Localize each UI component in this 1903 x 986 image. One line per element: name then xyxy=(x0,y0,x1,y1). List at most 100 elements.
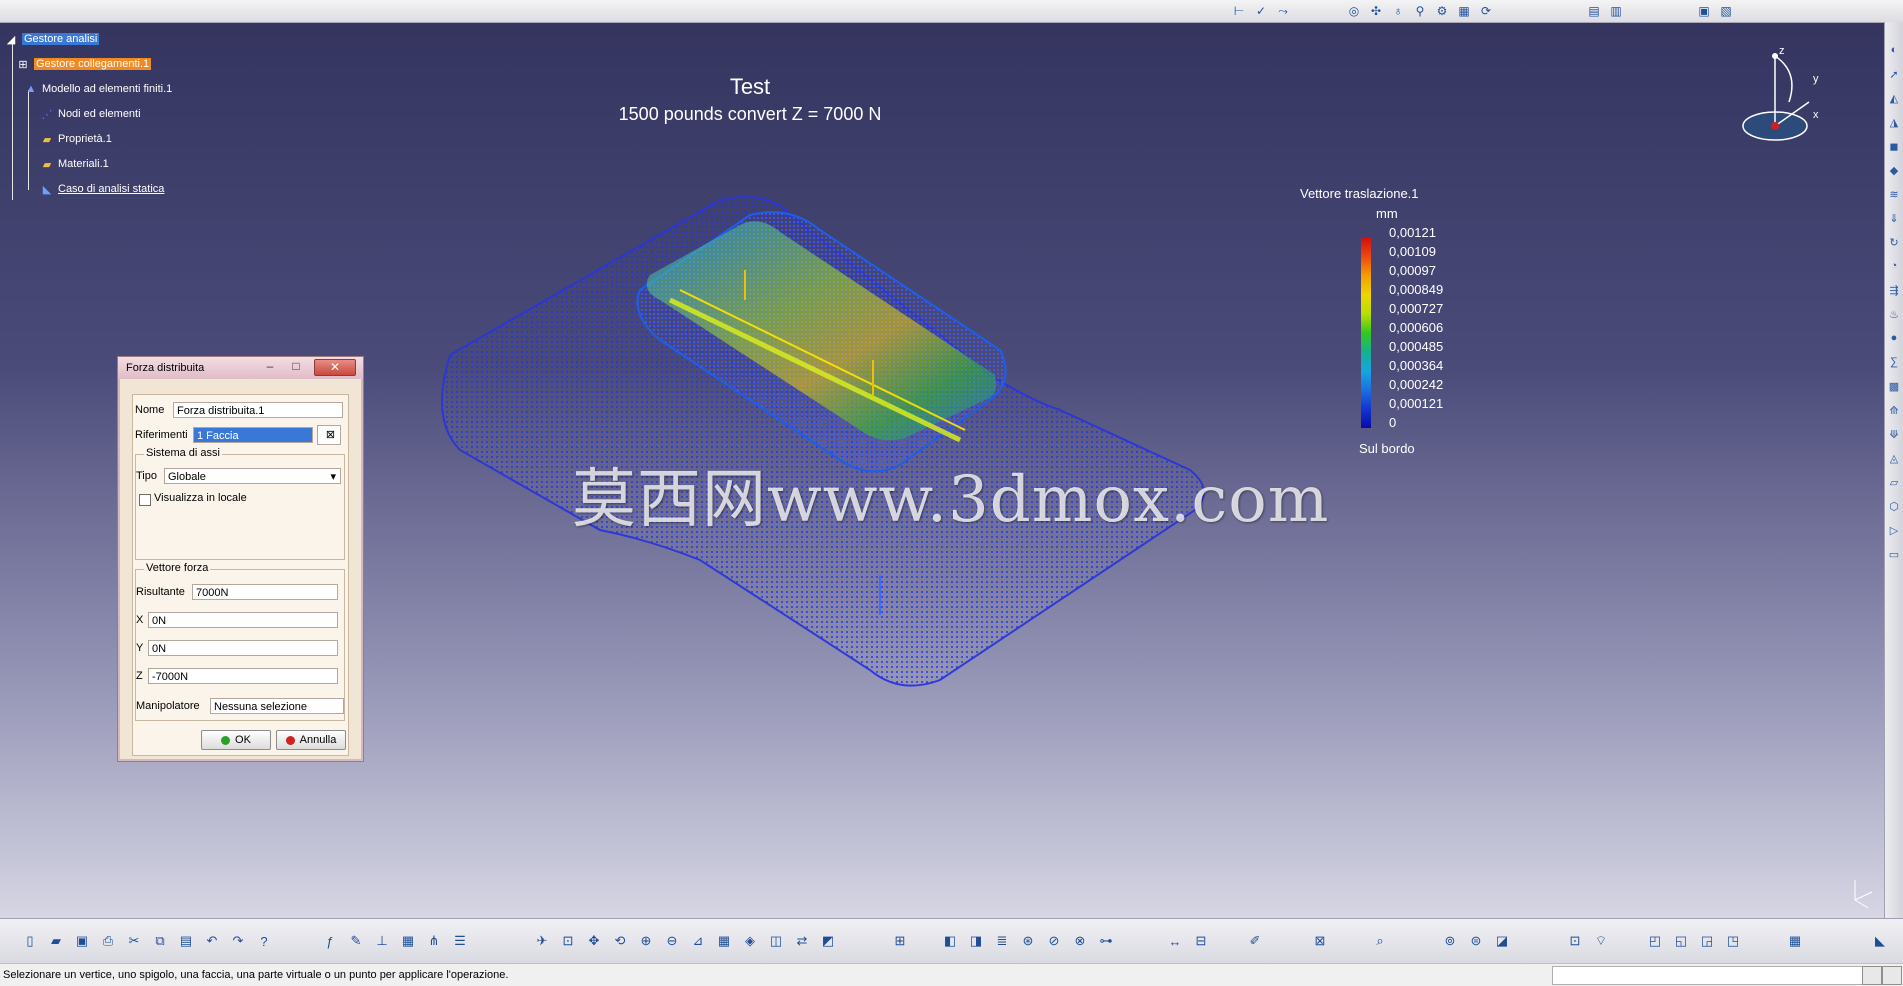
pressure-icon[interactable]: ≋ xyxy=(1887,186,1901,202)
table-icon[interactable]: ▦ xyxy=(398,931,418,951)
extremum-icon[interactable]: ⬡ xyxy=(1887,498,1901,514)
moment-icon[interactable]: ↻ xyxy=(1887,234,1901,250)
resultant-field[interactable]: 7000N xyxy=(192,584,338,600)
link-icon[interactable]: ⊶ xyxy=(1096,931,1116,951)
image-icon[interactable]: ▩ xyxy=(1887,378,1901,394)
new-file-icon[interactable]: ▯ xyxy=(20,931,40,951)
rotate-icon[interactable]: ⟲ xyxy=(610,931,630,951)
temperature-icon[interactable]: ♨ xyxy=(1887,306,1901,322)
type-select[interactable]: Globale ▾ xyxy=(164,468,341,484)
mesh-layer-icon[interactable]: ≣ xyxy=(992,931,1012,951)
node-icon[interactable]: ✣ xyxy=(1367,2,1385,20)
drafting-icon[interactable]: ◳ xyxy=(1723,931,1743,951)
export-icon[interactable]: ▧ xyxy=(1717,2,1735,20)
undo-icon[interactable]: ↶ xyxy=(202,931,222,951)
references-picker-icon[interactable]: ⊠ xyxy=(317,425,341,445)
pin-icon[interactable]: ✓ xyxy=(1252,2,1270,20)
bearing-icon[interactable]: ◔ xyxy=(1887,258,1901,274)
chart-icon[interactable]: ◪ xyxy=(1492,931,1512,951)
knowledge-icon[interactable]: ⊜ xyxy=(1466,931,1486,951)
sketch-icon[interactable]: ✐ xyxy=(1245,931,1265,951)
iso-view-icon[interactable]: ◈ xyxy=(740,931,760,951)
maximize-button[interactable]: □ xyxy=(284,359,308,374)
swap-icon[interactable]: ⇄ xyxy=(792,931,812,951)
y-field[interactable]: 0N xyxy=(148,640,338,656)
tree-node-fem-model[interactable]: ▲ Modello ad elementi finiti.1 xyxy=(24,82,173,96)
paste-icon[interactable]: ▤ xyxy=(176,931,196,951)
minimize-button[interactable]: – xyxy=(258,359,282,374)
cursor-icon[interactable]: ➚ xyxy=(1887,66,1901,82)
slider-icon[interactable]: ◮ xyxy=(1887,114,1901,130)
deformation-icon[interactable]: ⟰ xyxy=(1887,402,1901,418)
stress-icon[interactable]: ⟱ xyxy=(1887,426,1901,442)
open-folder-icon[interactable]: ▰ xyxy=(46,931,66,951)
grid-icon[interactable]: ▥ xyxy=(1607,2,1625,20)
table-view-icon[interactable]: ▦ xyxy=(1785,931,1805,951)
palette-icon[interactable]: ▦ xyxy=(1455,2,1473,20)
print-icon[interactable]: ⎙ xyxy=(98,931,118,951)
3d-viewport[interactable]: ◢ Gestore analisi ⊞ Gestore collegamenti… xyxy=(0,0,1885,918)
save-icon[interactable]: ▣ xyxy=(72,931,92,951)
status-button[interactable] xyxy=(1862,966,1882,985)
ok-button[interactable]: OK xyxy=(201,730,271,750)
cog-icon[interactable]: ⚙ xyxy=(1433,2,1451,20)
references-field[interactable]: 1 Faccia xyxy=(193,427,313,443)
report-icon[interactable]: ▣ xyxy=(1695,2,1713,20)
close-button[interactable]: ✕ xyxy=(314,359,356,376)
list-icon[interactable]: ☰ xyxy=(450,931,470,951)
dialog-titlebar[interactable]: Forza distribuita – □ ✕ xyxy=(118,357,363,379)
acceleration-icon[interactable]: ⇶ xyxy=(1887,282,1901,298)
plane-icon[interactable]: ◆ xyxy=(1887,162,1901,178)
mesh-box-icon[interactable]: ◨ xyxy=(966,931,986,951)
inertia-icon[interactable]: ⊟ xyxy=(1191,931,1211,951)
multi-view-icon[interactable]: ▦ xyxy=(714,931,734,951)
wireless-icon[interactable]: ⌔ xyxy=(1591,931,1611,951)
property-icon[interactable]: ⊘ xyxy=(1044,931,1064,951)
cancel-button[interactable]: Annulla xyxy=(276,730,346,750)
hide-show-icon[interactable]: ◫ xyxy=(766,931,786,951)
tree-node-links-manager[interactable]: ⊞ Gestore collegamenti.1 xyxy=(16,57,152,71)
wand-icon[interactable]: ⚲ xyxy=(1411,2,1429,20)
shading-icon[interactable]: ◩ xyxy=(818,931,838,951)
cut-plane-icon[interactable]: ▱ xyxy=(1887,474,1901,490)
zoom-out-icon[interactable]: ⊖ xyxy=(662,931,682,951)
compass-icon[interactable]: z y x xyxy=(1735,42,1825,152)
pan-icon[interactable]: ✥ xyxy=(584,931,604,951)
command-input[interactable] xyxy=(1552,966,1864,985)
animate-icon[interactable]: ⟳ xyxy=(1477,2,1495,20)
zoom-in-icon[interactable]: ⊕ xyxy=(636,931,656,951)
cube-icon[interactable]: ◼ xyxy=(1887,138,1901,154)
table-icon[interactable]: ▤ xyxy=(1585,2,1603,20)
part-icon[interactable]: ◰ xyxy=(1645,931,1665,951)
mesh-part-icon[interactable]: ◧ xyxy=(940,931,960,951)
design-table-icon[interactable]: ⊡ xyxy=(1565,931,1585,951)
formula-icon[interactable]: ƒ xyxy=(320,931,340,951)
fly-icon[interactable]: ✈ xyxy=(532,931,552,951)
local-view-checkbox[interactable] xyxy=(139,494,151,506)
bulb-icon[interactable]: ♁ xyxy=(1389,2,1407,20)
force-icon[interactable]: ⇓ xyxy=(1887,210,1901,226)
clamp-icon[interactable]: ◐ xyxy=(1887,42,1901,58)
error-icon[interactable]: ◬ xyxy=(1887,450,1901,466)
tree-node-nodes-elements[interactable]: ⋰ Nodi ed elementi xyxy=(40,107,141,121)
comment-icon[interactable]: ✎ xyxy=(346,931,366,951)
help-icon[interactable]: ? xyxy=(254,931,274,951)
product-icon[interactable]: ◱ xyxy=(1671,931,1691,951)
status-button[interactable] xyxy=(1882,966,1902,985)
tree-node-analysis-manager[interactable]: ◢ Gestore analisi xyxy=(4,32,100,46)
report-icon[interactable]: ▭ xyxy=(1887,546,1901,562)
distributed-force-dialog[interactable]: Forza distribuita – □ ✕ Nome Forza distr… xyxy=(117,356,364,762)
search-icon[interactable]: ⌕ xyxy=(1370,931,1390,951)
animate-icon[interactable]: ▷ xyxy=(1887,522,1901,538)
z-field[interactable]: -7000N xyxy=(148,668,338,684)
sensor-icon[interactable]: ⊢ xyxy=(1230,2,1248,20)
route-icon[interactable]: ⤳ xyxy=(1274,2,1292,20)
compute-icon[interactable]: ∑ xyxy=(1887,354,1901,370)
tree-node-materials[interactable]: ▰ Materiali.1 xyxy=(40,157,109,171)
structure-icon[interactable]: ⊞ xyxy=(890,931,910,951)
manipulator-field[interactable]: Nessuna selezione xyxy=(210,698,344,714)
name-field[interactable]: Forza distribuita.1 xyxy=(173,402,343,418)
cut-icon[interactable]: ✂ xyxy=(124,931,144,951)
tree-icon[interactable]: ⋔ xyxy=(424,931,444,951)
catalog-icon[interactable]: ⊠ xyxy=(1310,931,1330,951)
